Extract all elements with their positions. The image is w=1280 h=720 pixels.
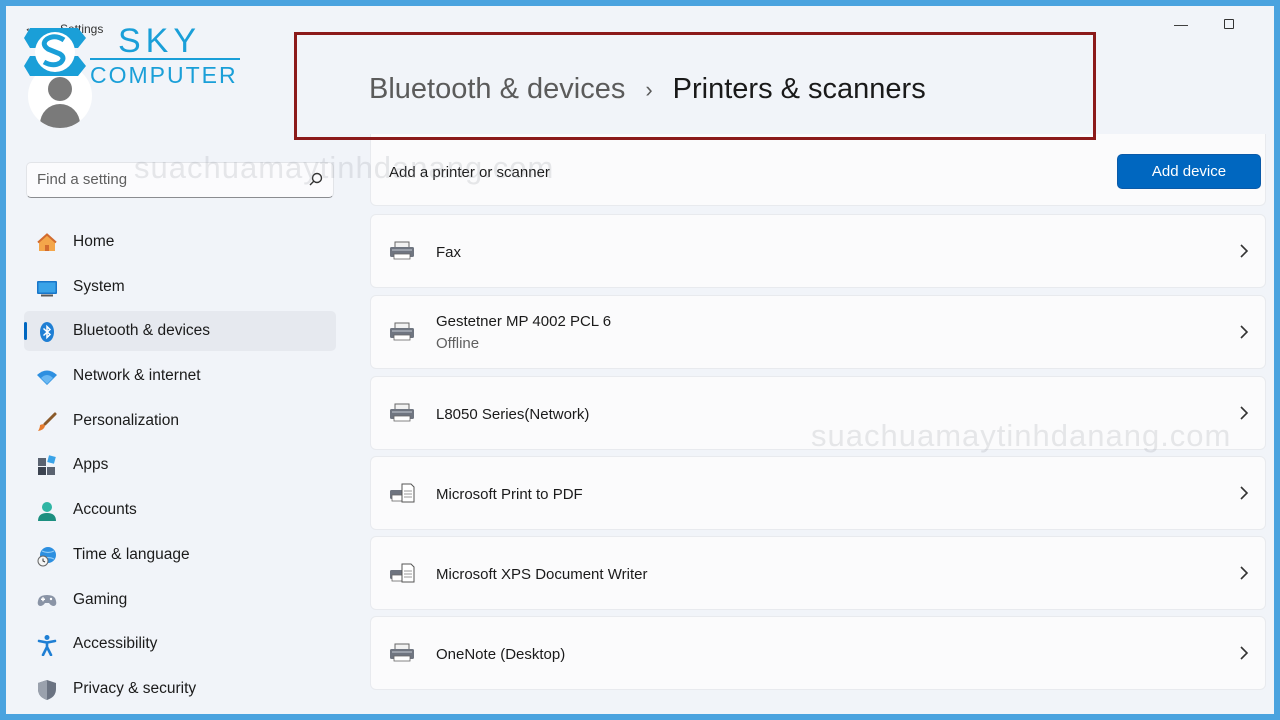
sidebar-item-apps[interactable]: Apps — [24, 445, 336, 485]
device-row-l8050[interactable]: L8050 Series(Network) — [370, 376, 1266, 450]
add-printer-label: Add a printer or scanner — [389, 164, 550, 181]
apps-icon — [38, 455, 56, 476]
device-name: Fax — [436, 244, 462, 261]
device-status: Offline — [436, 335, 480, 352]
chevron-right-icon — [1240, 325, 1249, 339]
sidebar-nav: Home System Bluetooth & devices Network — [24, 222, 336, 714]
shield-icon — [38, 679, 56, 700]
sidebar-item-label: Apps — [73, 456, 109, 474]
sidebar-item-gaming[interactable]: Gaming — [24, 580, 336, 620]
sidebar-item-label: Home — [73, 233, 115, 250]
virtual-printer-icon — [390, 483, 415, 503]
printer-icon — [390, 322, 414, 341]
sky-computer-logo: SKY COMPUTER — [20, 20, 250, 90]
selection-indicator — [24, 322, 27, 341]
system-icon — [37, 280, 57, 297]
sidebar-item-label: Privacy & security — [73, 679, 197, 697]
logo-text-computer: COMPUTER — [90, 62, 238, 88]
maximize-button[interactable] — [1214, 10, 1244, 38]
chevron-right-icon — [1240, 406, 1249, 420]
sidebar-item-system[interactable]: System — [24, 267, 336, 307]
sidebar-item-time-language[interactable]: Time & language — [24, 535, 336, 575]
device-name: L8050 Series(Network) — [436, 406, 590, 423]
brush-icon — [38, 412, 57, 431]
sidebar-item-label: System — [73, 277, 125, 295]
search-icon[interactable] — [309, 172, 323, 186]
add-device-button[interactable]: Add device — [1117, 154, 1261, 189]
printer-icon — [390, 643, 414, 662]
printer-icon — [390, 403, 414, 422]
add-printer-card: Add a printer or scanner Add device — [370, 134, 1266, 206]
chevron-right-icon — [1240, 646, 1249, 660]
device-name: Microsoft Print to PDF — [436, 486, 583, 503]
time-language-icon — [37, 546, 56, 567]
sidebar-item-accounts[interactable]: Accounts — [24, 490, 336, 530]
wifi-icon — [37, 370, 57, 386]
avatar-body — [40, 104, 80, 128]
chevron-right-icon — [1240, 566, 1249, 580]
bluetooth-icon — [40, 322, 54, 343]
breadcrumb-parent-link[interactable]: Bluetooth & devices — [369, 73, 625, 106]
device-name: OneNote (Desktop) — [436, 646, 566, 663]
virtual-printer-icon — [390, 563, 415, 583]
sidebar-item-personalization[interactable]: Personalization — [24, 401, 336, 441]
breadcrumb-highlight-box: Bluetooth & devices › Printers & scanner… — [294, 32, 1096, 140]
sidebar-item-accessibility[interactable]: Accessibility — [24, 624, 336, 664]
maximize-icon — [1224, 19, 1234, 29]
accessibility-icon — [37, 635, 57, 657]
minimize-button[interactable]: — — [1166, 10, 1196, 38]
gamepad-icon — [37, 594, 57, 606]
device-row-fax[interactable]: Fax — [370, 214, 1266, 288]
sidebar-item-label: Accessibility — [73, 635, 158, 653]
device-row-onenote[interactable]: OneNote (Desktop) — [370, 616, 1266, 690]
home-icon — [37, 233, 57, 251]
device-row-print-to-pdf[interactable]: Microsoft Print to PDF — [370, 456, 1266, 530]
page-title: Printers & scanners — [672, 73, 926, 105]
device-row-gestetner[interactable]: Gestetner MP 4002 PCL 6 Offline — [370, 295, 1266, 369]
sidebar-item-label: Personalization — [73, 411, 179, 429]
sidebar-item-label: Network & internet — [73, 367, 201, 385]
chevron-right-icon — [1240, 486, 1249, 500]
device-row-xps-writer[interactable]: Microsoft XPS Document Writer — [370, 536, 1266, 610]
breadcrumb: Bluetooth & devices › Printers & scanner… — [369, 73, 926, 106]
sidebar-item-network[interactable]: Network & internet — [24, 356, 336, 396]
device-name: Microsoft XPS Document Writer — [436, 566, 648, 583]
breadcrumb-separator: › — [645, 76, 653, 102]
sidebar-item-bluetooth-devices[interactable]: Bluetooth & devices — [24, 311, 336, 352]
search-input[interactable] — [37, 171, 297, 188]
logo-text-sky: SKY — [118, 22, 202, 60]
sidebar-item-privacy[interactable]: Privacy & security — [24, 669, 336, 709]
settings-window: ← Settings — SKY COMPUTER Find a setting… — [6, 6, 1274, 714]
chevron-right-icon — [1240, 244, 1249, 258]
logo-mark-icon — [24, 28, 86, 76]
printer-icon — [390, 241, 414, 260]
minimize-icon: — — [1174, 16, 1188, 32]
sidebar-item-label: Time & language — [73, 545, 190, 563]
sidebar-item-label: Accounts — [73, 501, 137, 519]
sidebar-item-label: Gaming — [73, 590, 128, 608]
sidebar-item-home[interactable]: Home — [24, 222, 336, 262]
accounts-icon — [38, 502, 56, 522]
sidebar-item-label: Bluetooth & devices — [73, 322, 211, 340]
device-name: Gestetner MP 4002 PCL 6 — [436, 313, 612, 330]
search-box[interactable] — [26, 162, 334, 198]
